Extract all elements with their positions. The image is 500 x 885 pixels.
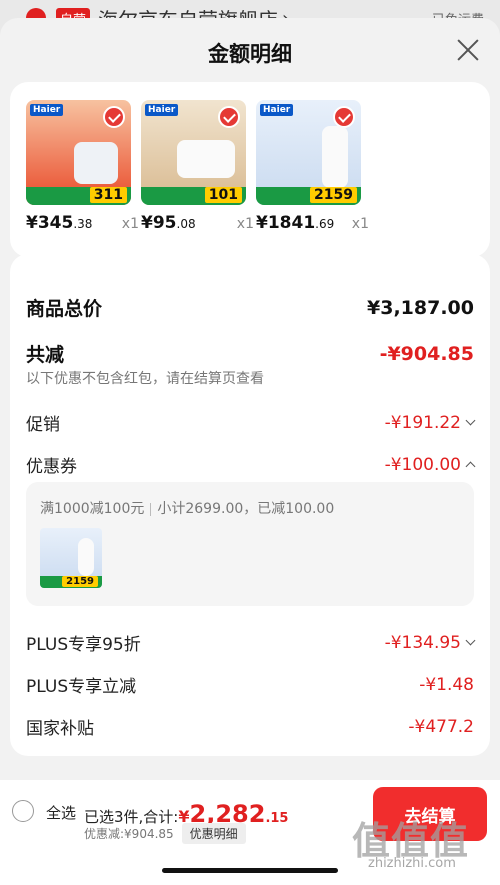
product-price-row: ¥1841.69 x1 bbox=[256, 213, 369, 233]
promotion-row[interactable]: 促销 -¥191.22 bbox=[26, 410, 476, 435]
total-reduction-label: 共减 bbox=[26, 344, 65, 366]
discount-amount: 优惠减:¥904.85 bbox=[84, 827, 174, 841]
plus-95-label: PLUS专享95折 bbox=[26, 635, 141, 655]
product-shape bbox=[74, 142, 118, 184]
sheet-title: 金额明细 bbox=[208, 42, 292, 66]
discount-detail-button[interactable]: 优惠明细 bbox=[181, 823, 246, 844]
amount-details-card: 商品总价 ¥3,187.00 共减 -¥904.85 以下优惠不包含红包，请在结… bbox=[10, 254, 490, 756]
chevron-up-icon bbox=[465, 461, 476, 472]
coupon-detail-box: 满1000减100元 小计2699.00，已减100.00 2159 bbox=[26, 482, 474, 606]
product-item[interactable]: Haier 101 ¥95.08 x1 bbox=[141, 100, 256, 233]
total-reduction-value: -¥904.85 bbox=[379, 342, 474, 365]
plus-95-value: -¥134.95 bbox=[385, 633, 476, 653]
total-decimal: .15 bbox=[265, 811, 289, 826]
price-tag: 311 bbox=[89, 187, 127, 203]
product-shape bbox=[322, 126, 348, 188]
select-all-radio[interactable] bbox=[12, 800, 34, 822]
product-quantity: x1 bbox=[121, 216, 139, 232]
promotion-value: -¥191.22 bbox=[385, 413, 476, 433]
coupon-value: -¥100.00 bbox=[385, 455, 476, 475]
brand-logo: Haier bbox=[145, 104, 179, 116]
product-price-row: ¥95.08 x1 bbox=[141, 213, 254, 233]
total-price-label: 商品总价 bbox=[26, 298, 103, 320]
coupon-row[interactable]: 优惠券 -¥100.00 bbox=[26, 452, 476, 477]
selected-check-icon[interactable] bbox=[333, 106, 355, 128]
brand-logo: Haier bbox=[260, 104, 294, 116]
close-icon[interactable] bbox=[456, 38, 480, 62]
sheet-header: 金额明细 bbox=[0, 18, 500, 84]
coupon-product-image[interactable]: 2159 bbox=[40, 528, 102, 588]
national-subsidy-row: 国家补贴 -¥477.2 bbox=[26, 714, 474, 740]
price-tag: 101 bbox=[204, 187, 242, 203]
product-price-row: ¥345.38 x1 bbox=[26, 213, 139, 233]
plus-95-row[interactable]: PLUS专享95折 -¥134.95 bbox=[26, 630, 476, 655]
chevron-down-icon bbox=[465, 415, 476, 426]
product-shape bbox=[177, 140, 235, 178]
divider bbox=[150, 502, 152, 516]
price-tag: 2159 bbox=[310, 187, 357, 203]
product-price: ¥1841.69 bbox=[256, 213, 335, 233]
national-subsidy-label: 国家补贴 bbox=[26, 719, 94, 739]
product-shape bbox=[78, 538, 94, 576]
products-card: Haier 311 ¥345.38 x1 Haier 101 ¥95.08 x1… bbox=[10, 82, 490, 257]
product-item[interactable]: Haier 311 ¥345.38 x1 bbox=[26, 100, 141, 233]
product-price: ¥95.08 bbox=[141, 213, 196, 233]
product-item[interactable]: Haier 2159 ¥1841.69 x1 bbox=[256, 100, 371, 233]
chevron-down-icon bbox=[465, 635, 476, 646]
selected-check-icon[interactable] bbox=[218, 106, 240, 128]
product-image[interactable]: Haier 311 bbox=[26, 100, 131, 205]
product-quantity: x1 bbox=[236, 216, 254, 232]
select-all-label[interactable]: 全选 bbox=[46, 802, 76, 823]
brand-logo: Haier bbox=[30, 104, 64, 116]
national-subsidy-value: -¥477.2 bbox=[408, 716, 474, 737]
discount-row: 优惠减:¥904.85 优惠明细 bbox=[84, 823, 246, 844]
total-price-row: 商品总价 ¥3,187.00 bbox=[26, 294, 474, 321]
product-quantity: x1 bbox=[351, 216, 369, 232]
watermark-url: zhizhizhi.com bbox=[368, 856, 456, 871]
promotion-label: 促销 bbox=[26, 415, 60, 435]
price-tag: 2159 bbox=[62, 576, 98, 587]
discount-note: 以下优惠不包含红包，请在结算页查看 bbox=[26, 371, 264, 387]
coupon-label: 优惠券 bbox=[26, 457, 77, 477]
total-price-value: ¥3,187.00 bbox=[367, 296, 474, 319]
product-image[interactable]: Haier 2159 bbox=[256, 100, 361, 205]
plus-direct-label: PLUS专享立减 bbox=[26, 677, 137, 697]
plus-direct-row: PLUS专享立减 -¥1.48 bbox=[26, 672, 474, 698]
plus-direct-value: -¥1.48 bbox=[419, 674, 474, 695]
coupon-rule: 满1000减100元 小计2699.00，已减100.00 bbox=[40, 501, 335, 517]
product-image[interactable]: Haier 101 bbox=[141, 100, 246, 205]
selected-check-icon[interactable] bbox=[103, 106, 125, 128]
total-reduction-row: 共减 -¥904.85 bbox=[26, 340, 474, 367]
home-indicator[interactable] bbox=[162, 868, 338, 873]
product-price: ¥345.38 bbox=[26, 213, 93, 233]
